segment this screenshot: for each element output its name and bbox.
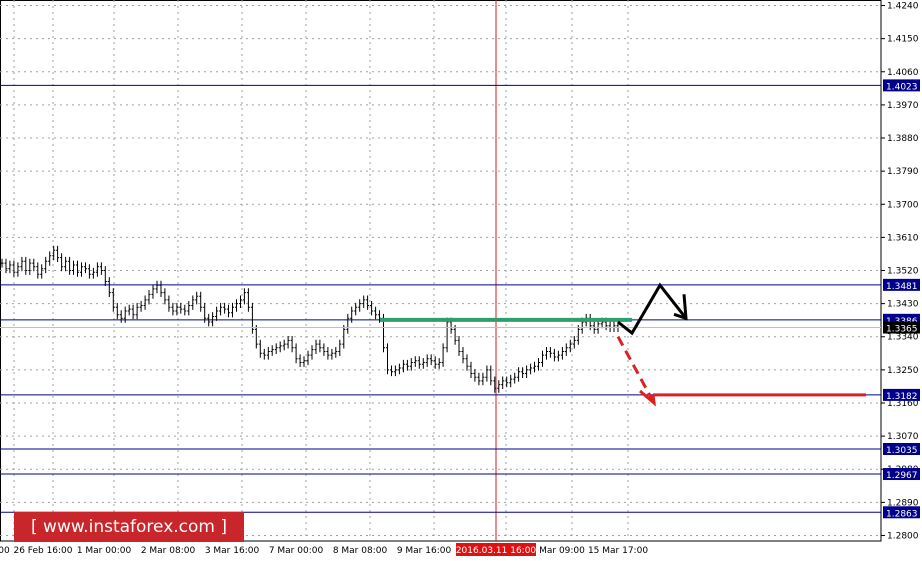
y-tick-label: 1.3610 <box>887 233 919 243</box>
x-tick-label: 7 Mar 00:00 <box>269 546 324 556</box>
price-chart: 1.4240 1.4150 1.4060 1.3970 1.3880 1.3790 1.37… <box>0 0 920 556</box>
level-label: 1.3182 <box>886 392 918 402</box>
y-tick-label: 1.3880 <box>887 134 919 144</box>
y-tick-label: 1.3970 <box>887 101 919 111</box>
x-tick-label: 8 Mar 08:00 <box>333 546 388 556</box>
y-tick-label: 1.4150 <box>887 35 919 45</box>
x-tick-label: 26 Feb 16:00 <box>13 546 72 556</box>
x-tick-label-highlighted: 2016.03.11 16:00 <box>456 546 537 556</box>
y-tick-label: 1.3700 <box>887 200 919 210</box>
current-price-label: 1.3365 <box>886 325 918 335</box>
y-tick-label: 1.2800 <box>887 531 919 541</box>
level-label: 1.2967 <box>886 471 918 481</box>
y-tick-label: 1.3790 <box>887 167 919 177</box>
x-tick-label: 2 Mar 08:00 <box>141 546 196 556</box>
x-tick-label: 00 <box>0 546 10 556</box>
level-label: 1.3481 <box>886 282 918 292</box>
x-tick-label: 3 Mar 16:00 <box>205 546 260 556</box>
level-label: 1.3035 <box>886 446 918 456</box>
y-tick-label: 1.3430 <box>887 300 919 310</box>
instaforex-watermark: [ www.instaforex.com ] <box>14 512 244 542</box>
x-tick-label: 1 Mar 00:00 <box>77 546 132 556</box>
level-label: 1.2863 <box>886 509 918 519</box>
y-tick-label: 1.3250 <box>887 366 919 376</box>
x-tick-label: 15 Mar 17:00 <box>588 546 648 556</box>
y-tick-label: 1.4060 <box>887 68 919 78</box>
y-tick-label: 1.3070 <box>887 432 919 442</box>
y-tick-label: 1.4240 <box>887 2 919 12</box>
x-tick-label: 9 Mar 16:00 <box>397 546 452 556</box>
y-tick-label: 1.3520 <box>887 267 919 277</box>
level-label: 1.4023 <box>886 82 918 92</box>
x-tick-label: Mar 09:00 <box>539 546 585 556</box>
